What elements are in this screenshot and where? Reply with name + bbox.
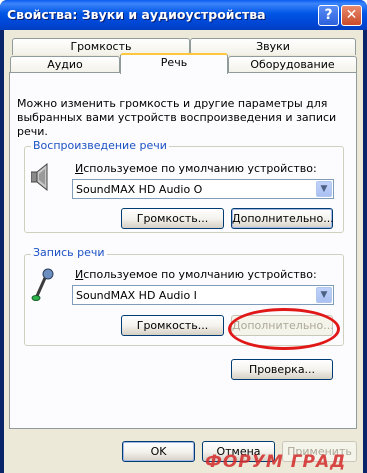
recording-device-value: SoundMAX HD Audio I bbox=[76, 289, 197, 302]
tab-hardware[interactable]: Оборудование bbox=[228, 56, 357, 73]
tab-audio[interactable]: Аудио bbox=[10, 56, 120, 73]
close-button[interactable]: ✕ bbox=[341, 5, 362, 26]
test-button[interactable]: Проверка... bbox=[231, 359, 333, 380]
tab-speech[interactable]: Речь bbox=[120, 53, 228, 74]
dialog-window: Свойства: Звуки и аудиоустройства ? ✕ Гр… bbox=[0, 0, 367, 473]
recording-group-title: Запись речи bbox=[31, 246, 107, 259]
window-title: Свойства: Звуки и аудиоустройства bbox=[7, 7, 266, 22]
chevron-down-icon[interactable]: ▼ bbox=[316, 181, 332, 197]
playback-group-title: Воспроизведение речи bbox=[31, 139, 169, 152]
recording-device-select[interactable]: SoundMAX HD Audio I ▼ bbox=[72, 285, 334, 305]
recording-device-label: Используемое по умолчанию устройство: bbox=[75, 268, 317, 281]
watermark-logo: ФОРУМ ГРАД bbox=[205, 452, 347, 472]
playback-device-select[interactable]: SoundMAX HD Audio O ▼ bbox=[72, 179, 334, 199]
microphone-icon bbox=[31, 268, 55, 305]
playback-device-label: Используемое по умолчанию устройство: bbox=[75, 162, 317, 175]
title-bar[interactable]: Свойства: Звуки и аудиоустройства ? ✕ bbox=[0, 0, 367, 30]
playback-device-value: SoundMAX HD Audio O bbox=[76, 183, 203, 196]
playback-volume-button[interactable]: Громкость... bbox=[121, 208, 224, 229]
speaker-icon bbox=[30, 162, 49, 194]
chevron-down-icon[interactable]: ▼ bbox=[316, 287, 332, 303]
highlight-oval bbox=[228, 308, 340, 350]
recording-volume-button[interactable]: Громкость... bbox=[121, 315, 224, 336]
playback-advanced-button[interactable]: Дополнительно... bbox=[231, 208, 334, 229]
help-button[interactable]: ? bbox=[318, 5, 339, 26]
description-text: Можно изменить громкость и другие параме… bbox=[17, 97, 337, 138]
ok-button[interactable]: OK bbox=[122, 441, 195, 462]
